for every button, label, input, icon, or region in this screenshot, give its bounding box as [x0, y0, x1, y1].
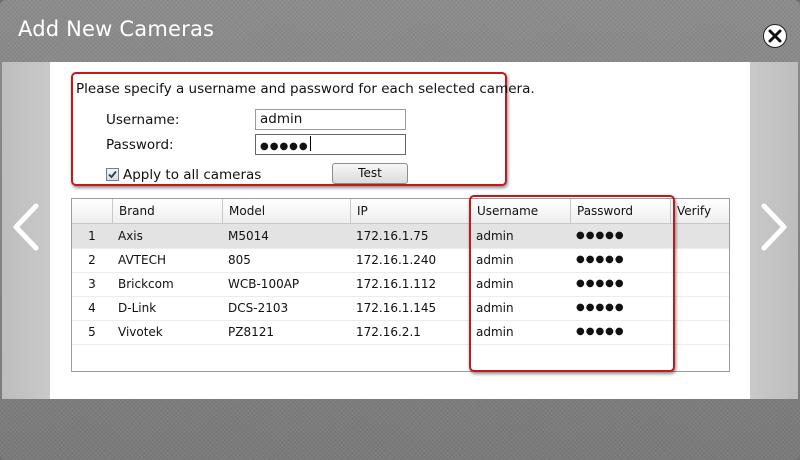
close-icon	[768, 29, 782, 43]
table-row[interactable]: 3 Brickcom WCB-100AP 172.16.1.112 admin …	[72, 272, 729, 297]
password-input[interactable]: ●●●●●	[255, 134, 406, 155]
model-cell: WCB-100AP	[228, 277, 300, 291]
brand-cell: Brickcom	[118, 277, 174, 291]
username-cell[interactable]: admin	[470, 272, 570, 296]
password-cell[interactable]: ●●●●●	[570, 248, 670, 272]
table-row[interactable]: 1 Axis M5014 172.16.1.75 admin ●●●●●	[72, 224, 729, 249]
text-caret	[309, 136, 311, 151]
chevron-right-icon	[761, 203, 787, 251]
header-model[interactable]: Model	[222, 199, 350, 223]
username-cell[interactable]: admin	[470, 248, 570, 272]
brand-cell: Axis	[118, 229, 143, 243]
test-button[interactable]: Test	[332, 163, 408, 184]
ip-cell: 172.16.1.145	[356, 301, 437, 315]
apply-all-label[interactable]: Apply to all cameras	[123, 167, 261, 183]
dialog-footer	[0, 399, 800, 460]
brand-cell: D-Link	[118, 301, 157, 315]
password-input-value: ●●●●●	[260, 141, 309, 152]
previous-page-button[interactable]	[2, 62, 50, 399]
apply-all-checkbox[interactable]	[106, 168, 119, 181]
username-cell[interactable]: admin	[470, 296, 570, 320]
instructions-text: Please specify a username and password f…	[76, 81, 535, 97]
verify-cell	[670, 272, 729, 296]
username-input[interactable]: admin	[255, 109, 406, 130]
row-number: 3	[88, 277, 96, 291]
header-username[interactable]: Username	[470, 199, 570, 223]
row-number: 4	[88, 301, 96, 315]
ip-cell: 172.16.1.112	[356, 277, 437, 291]
username-cell[interactable]: admin	[470, 224, 570, 248]
verify-cell	[670, 320, 729, 344]
verify-cell	[670, 248, 729, 272]
username-label: Username:	[106, 112, 180, 128]
next-page-button[interactable]	[750, 62, 798, 399]
model-cell: M5014	[228, 229, 269, 243]
password-cell[interactable]: ●●●●●	[570, 272, 670, 296]
dialog-title: Add New Cameras	[18, 17, 215, 41]
checkmark-icon	[108, 170, 117, 179]
password-cell[interactable]: ●●●●●	[570, 224, 670, 248]
header-brand[interactable]: Brand	[112, 199, 222, 223]
table-row[interactable]: 4 D-Link DCS-2103 172.16.1.145 admin ●●●…	[72, 296, 729, 321]
dialog-titlebar: Add New Cameras	[0, 0, 800, 62]
row-number: 5	[88, 325, 96, 339]
verify-cell	[670, 296, 729, 320]
table-row[interactable]: 5 Vivotek PZ8121 172.16.2.1 admin ●●●●●	[72, 320, 729, 345]
header-ip[interactable]: IP	[350, 199, 470, 223]
header-password[interactable]: Password	[570, 199, 670, 223]
row-number: 2	[88, 253, 96, 267]
table-row[interactable]: 2 AVTECH 805 172.16.1.240 admin ●●●●●	[72, 248, 729, 273]
brand-cell: AVTECH	[118, 253, 166, 267]
add-cameras-dialog: Add New Cameras Please specify a usernam…	[0, 0, 800, 460]
table-header: Brand Model IP Username Password Verify	[72, 199, 729, 224]
model-cell: DCS-2103	[228, 301, 289, 315]
model-cell: 805	[228, 253, 251, 267]
password-cell[interactable]: ●●●●●	[570, 320, 670, 344]
ip-cell: 172.16.1.75	[356, 229, 429, 243]
model-cell: PZ8121	[228, 325, 274, 339]
ip-cell: 172.16.2.1	[356, 325, 421, 339]
chevron-left-icon	[13, 203, 39, 251]
header-verify[interactable]: Verify	[670, 199, 729, 223]
ip-cell: 172.16.1.240	[356, 253, 437, 267]
username-cell[interactable]: admin	[470, 320, 570, 344]
close-button[interactable]	[763, 24, 787, 48]
brand-cell: Vivotek	[118, 325, 163, 339]
password-label: Password:	[106, 137, 174, 153]
row-number: 1	[88, 229, 96, 243]
username-input-value: admin	[260, 111, 303, 127]
password-cell[interactable]: ●●●●●	[570, 296, 670, 320]
cameras-table: Brand Model IP Username Password Verify …	[71, 198, 730, 372]
header-number[interactable]	[72, 199, 112, 223]
verify-cell	[670, 224, 729, 248]
dialog-content: Please specify a username and password f…	[50, 62, 750, 399]
